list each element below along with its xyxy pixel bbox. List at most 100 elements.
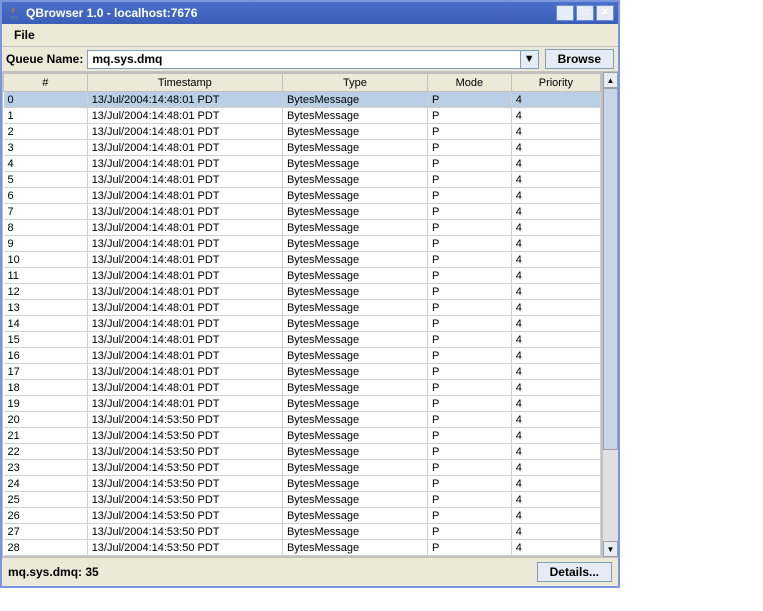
table-row[interactable]: 1013/Jul/2004:14:48:01 PDTBytesMessageP4 xyxy=(4,252,601,268)
cell: P xyxy=(428,252,512,268)
table-row[interactable]: 1713/Jul/2004:14:48:01 PDTBytesMessageP4 xyxy=(4,364,601,380)
table-row[interactable]: 1113/Jul/2004:14:48:01 PDTBytesMessageP4 xyxy=(4,268,601,284)
table-row[interactable]: 1413/Jul/2004:14:48:01 PDTBytesMessageP4 xyxy=(4,316,601,332)
cell: BytesMessage xyxy=(282,348,427,364)
cell: 4 xyxy=(511,108,600,124)
scroll-up-button[interactable]: ▲ xyxy=(603,72,618,88)
col-header-timestamp[interactable]: Timestamp xyxy=(87,74,282,92)
table-row[interactable]: 113/Jul/2004:14:48:01 PDTBytesMessageP4 xyxy=(4,108,601,124)
table-row[interactable]: 2113/Jul/2004:14:53:50 PDTBytesMessageP4 xyxy=(4,428,601,444)
menu-file[interactable]: File xyxy=(8,26,41,44)
cell: BytesMessage xyxy=(282,476,427,492)
cell: 4 xyxy=(511,380,600,396)
cell: BytesMessage xyxy=(282,380,427,396)
table-row[interactable]: 313/Jul/2004:14:48:01 PDTBytesMessageP4 xyxy=(4,140,601,156)
toolbar: Queue Name: ▼ Browse xyxy=(2,47,618,72)
table-row[interactable]: 2413/Jul/2004:14:53:50 PDTBytesMessageP4 xyxy=(4,476,601,492)
cell: 6 xyxy=(4,188,88,204)
table-row[interactable]: 1313/Jul/2004:14:48:01 PDTBytesMessageP4 xyxy=(4,300,601,316)
cell: 13/Jul/2004:14:48:01 PDT xyxy=(87,348,282,364)
cell: BytesMessage xyxy=(282,540,427,556)
table-row[interactable]: 2813/Jul/2004:14:53:50 PDTBytesMessageP4 xyxy=(4,540,601,556)
cell: 13/Jul/2004:14:53:50 PDT xyxy=(87,428,282,444)
queue-dropdown-button[interactable]: ▼ xyxy=(521,50,539,69)
table-row[interactable]: 1613/Jul/2004:14:48:01 PDTBytesMessageP4 xyxy=(4,348,601,364)
window-title: QBrowser 1.0 - localhost:7676 xyxy=(26,6,556,20)
cell: BytesMessage xyxy=(282,508,427,524)
maximize-button[interactable]: □ xyxy=(576,5,594,21)
table-row[interactable]: 013/Jul/2004:14:48:01 PDTBytesMessageP4 xyxy=(4,92,601,108)
table-row[interactable]: 2013/Jul/2004:14:53:50 PDTBytesMessageP4 xyxy=(4,412,601,428)
table-row[interactable]: 413/Jul/2004:14:48:01 PDTBytesMessageP4 xyxy=(4,156,601,172)
cell: 22 xyxy=(4,444,88,460)
table-row[interactable]: 713/Jul/2004:14:48:01 PDTBytesMessageP4 xyxy=(4,204,601,220)
cell: 13/Jul/2004:14:48:01 PDT xyxy=(87,396,282,412)
minimize-button[interactable]: _ xyxy=(556,5,574,21)
cell: 4 xyxy=(511,476,600,492)
cell: 13/Jul/2004:14:53:50 PDT xyxy=(87,492,282,508)
close-button[interactable]: ✕ xyxy=(596,5,614,21)
table-row[interactable]: 813/Jul/2004:14:48:01 PDTBytesMessageP4 xyxy=(4,220,601,236)
cell: 16 xyxy=(4,348,88,364)
table-row[interactable]: 2613/Jul/2004:14:53:50 PDTBytesMessageP4 xyxy=(4,508,601,524)
cell: 24 xyxy=(4,476,88,492)
table-row[interactable]: 2213/Jul/2004:14:53:50 PDTBytesMessageP4 xyxy=(4,444,601,460)
cell: 13/Jul/2004:14:48:01 PDT xyxy=(87,140,282,156)
cell: 4 xyxy=(511,188,600,204)
cell: 4 xyxy=(511,236,600,252)
cell: BytesMessage xyxy=(282,92,427,108)
vertical-scrollbar[interactable]: ▲ ▼ xyxy=(602,72,618,557)
cell: BytesMessage xyxy=(282,316,427,332)
col-header-mode[interactable]: Mode xyxy=(428,74,512,92)
table-body: 013/Jul/2004:14:48:01 PDTBytesMessageP41… xyxy=(4,92,601,556)
cell: 4 xyxy=(511,364,600,380)
cell: BytesMessage xyxy=(282,140,427,156)
cell: P xyxy=(428,156,512,172)
cell: P xyxy=(428,524,512,540)
cell: BytesMessage xyxy=(282,156,427,172)
status-text: mq.sys.dmq: 35 xyxy=(8,565,537,579)
scroll-thumb[interactable] xyxy=(603,88,618,450)
table-row[interactable]: 2513/Jul/2004:14:53:50 PDTBytesMessageP4 xyxy=(4,492,601,508)
table-row[interactable]: 613/Jul/2004:14:48:01 PDTBytesMessageP4 xyxy=(4,188,601,204)
table-row[interactable]: 1813/Jul/2004:14:48:01 PDTBytesMessageP4 xyxy=(4,380,601,396)
cell: BytesMessage xyxy=(282,396,427,412)
table-row[interactable]: 213/Jul/2004:14:48:01 PDTBytesMessageP4 xyxy=(4,124,601,140)
table-row[interactable]: 1513/Jul/2004:14:48:01 PDTBytesMessageP4 xyxy=(4,332,601,348)
cell: 13/Jul/2004:14:53:50 PDT xyxy=(87,444,282,460)
cell: 13/Jul/2004:14:53:50 PDT xyxy=(87,508,282,524)
cell: 4 xyxy=(511,172,600,188)
table-row[interactable]: 1213/Jul/2004:14:48:01 PDTBytesMessageP4 xyxy=(4,284,601,300)
cell: P xyxy=(428,364,512,380)
table-row[interactable]: 2313/Jul/2004:14:53:50 PDTBytesMessageP4 xyxy=(4,460,601,476)
table-row[interactable]: 513/Jul/2004:14:48:01 PDTBytesMessageP4 xyxy=(4,172,601,188)
col-header-type[interactable]: Type xyxy=(282,74,427,92)
cell: 13/Jul/2004:14:53:50 PDT xyxy=(87,476,282,492)
table-row[interactable]: 913/Jul/2004:14:48:01 PDTBytesMessageP4 xyxy=(4,236,601,252)
cell: P xyxy=(428,460,512,476)
col-header-number[interactable]: # xyxy=(4,74,88,92)
scroll-track[interactable] xyxy=(603,88,618,541)
scroll-down-button[interactable]: ▼ xyxy=(603,541,618,557)
cell: P xyxy=(428,396,512,412)
table-row[interactable]: 1913/Jul/2004:14:48:01 PDTBytesMessageP4 xyxy=(4,396,601,412)
titlebar[interactable]: QBrowser 1.0 - localhost:7676 _ □ ✕ xyxy=(2,2,618,24)
col-header-priority[interactable]: Priority xyxy=(511,74,600,92)
cell: P xyxy=(428,268,512,284)
cell: 13/Jul/2004:14:53:50 PDT xyxy=(87,412,282,428)
browse-button[interactable]: Browse xyxy=(545,49,614,69)
cell: 13/Jul/2004:14:48:01 PDT xyxy=(87,124,282,140)
queue-name-input[interactable] xyxy=(87,50,520,69)
table-row[interactable]: 2713/Jul/2004:14:53:50 PDTBytesMessageP4 xyxy=(4,524,601,540)
cell: P xyxy=(428,204,512,220)
cell: 13/Jul/2004:14:48:01 PDT xyxy=(87,332,282,348)
cell: BytesMessage xyxy=(282,492,427,508)
statusbar: mq.sys.dmq: 35 Details... xyxy=(2,557,618,586)
cell: 4 xyxy=(511,204,600,220)
cell: 4 xyxy=(511,412,600,428)
cell: 15 xyxy=(4,332,88,348)
cell: 4 xyxy=(511,92,600,108)
details-button[interactable]: Details... xyxy=(537,562,612,582)
cell: 9 xyxy=(4,236,88,252)
cell: P xyxy=(428,540,512,556)
